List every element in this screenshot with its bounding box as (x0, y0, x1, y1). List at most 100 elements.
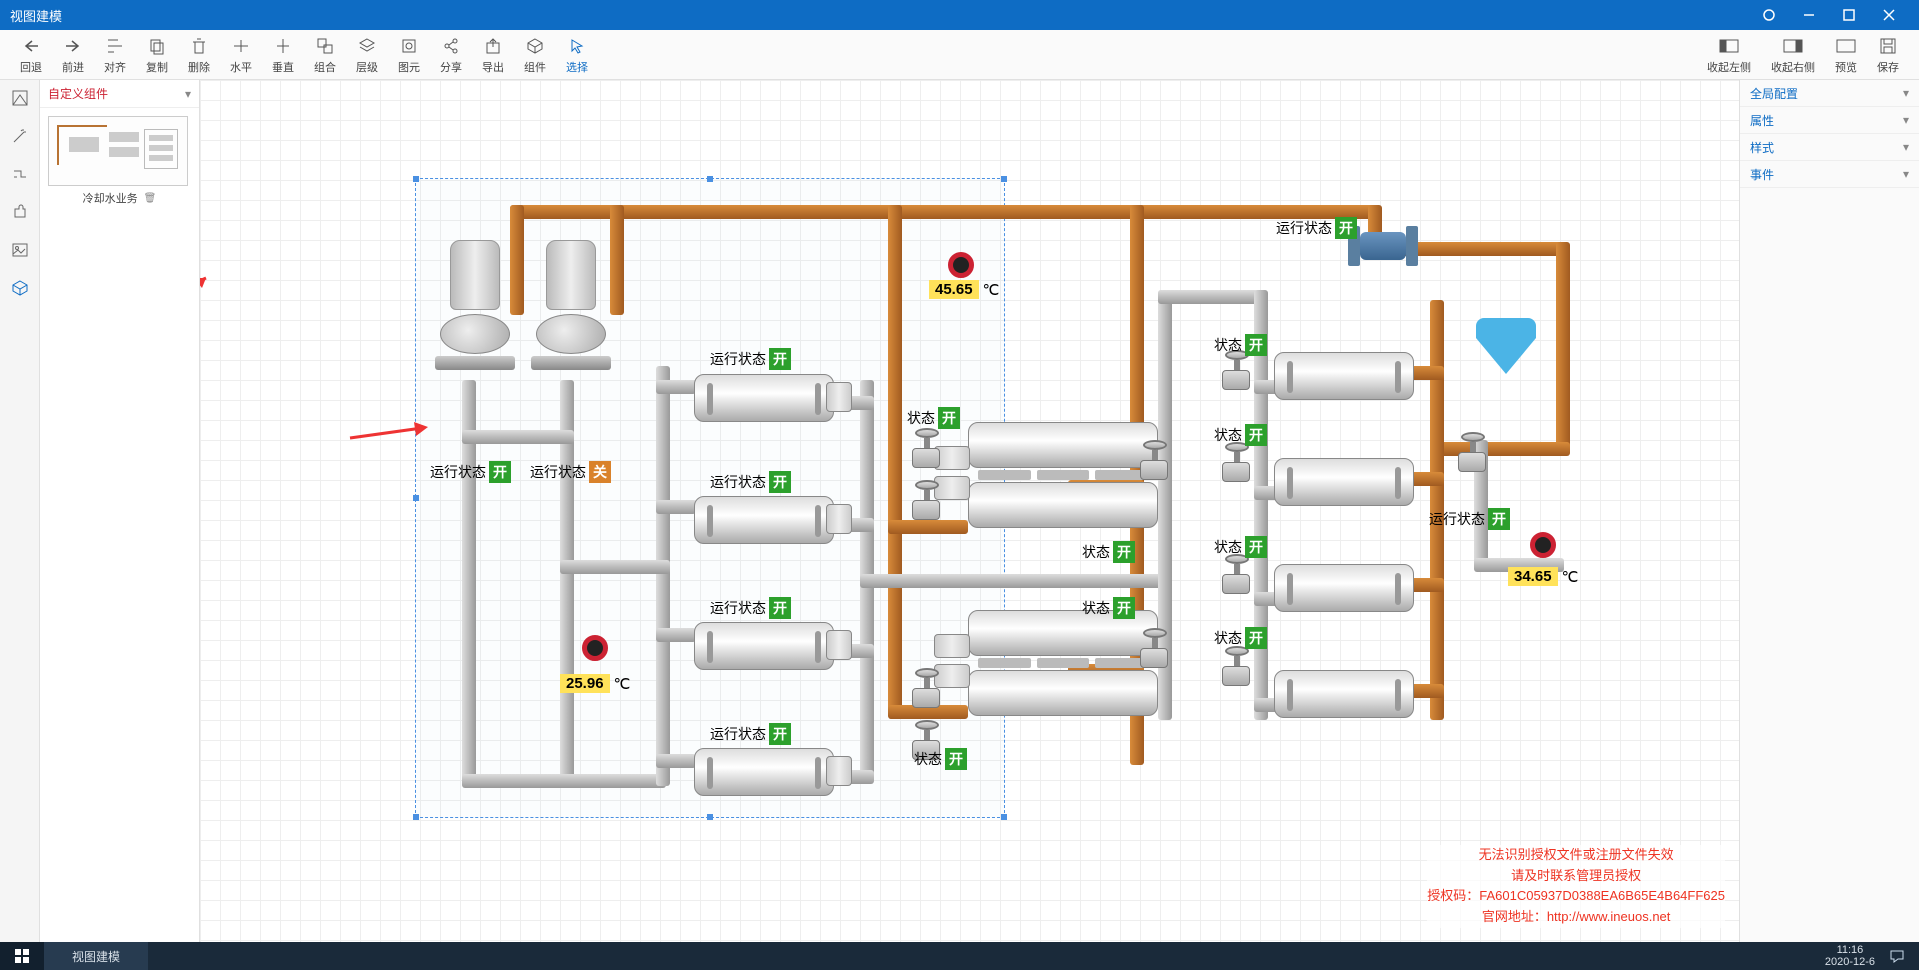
valve[interactable] (1222, 350, 1252, 392)
component-item[interactable]: 冷却水业务 🗑 (40, 108, 199, 214)
valve[interactable] (1458, 432, 1488, 474)
status-label[interactable]: 状态开 (1082, 541, 1135, 563)
valve[interactable] (1140, 628, 1170, 670)
pipe[interactable] (656, 380, 696, 394)
valve[interactable] (1140, 440, 1170, 482)
status-label[interactable]: 运行状态开 (710, 348, 791, 370)
cooler-unit[interactable] (694, 496, 834, 544)
collapse-right-button[interactable]: 收起右侧 (1761, 33, 1825, 77)
status-label[interactable]: 状态开 (1214, 627, 1267, 649)
chiller-unit[interactable] (968, 422, 1158, 532)
pipe[interactable] (560, 560, 670, 574)
undo-button[interactable]: 回退 (10, 33, 52, 77)
copy-button[interactable]: 复制 (136, 33, 178, 77)
rail-puzzle-icon[interactable] (8, 200, 32, 224)
status-label[interactable]: 状态开 (914, 748, 967, 770)
cooler-unit[interactable] (694, 374, 834, 422)
status-label[interactable]: 运行状态开 (710, 471, 791, 493)
status-label[interactable]: 运行状态开 (710, 723, 791, 745)
status-label[interactable]: 状态开 (907, 407, 960, 429)
prop-global[interactable]: 全局配置▾ (1740, 80, 1919, 107)
pipe[interactable] (1556, 242, 1570, 452)
status-label[interactable]: 状态开 (1082, 597, 1135, 619)
pipe[interactable] (860, 574, 1170, 588)
horiz-button[interactable]: 水平 (220, 33, 262, 77)
temp-sensor[interactable] (948, 252, 974, 278)
rail-image-icon[interactable] (8, 238, 32, 262)
valve[interactable] (912, 480, 942, 522)
status-label[interactable]: 运行状态开 (710, 597, 791, 619)
cooler-unit[interactable] (1274, 352, 1414, 400)
prop-event[interactable]: 事件▾ (1740, 161, 1919, 188)
valve[interactable] (912, 668, 942, 710)
share-button[interactable]: 分享 (430, 33, 472, 77)
pipe[interactable] (656, 754, 696, 768)
valve[interactable] (1222, 554, 1252, 596)
valve[interactable] (1222, 646, 1252, 688)
layer-button[interactable]: 层级 (346, 33, 388, 77)
pipe[interactable] (1430, 442, 1570, 456)
pump[interactable] (430, 240, 520, 370)
status-label[interactable]: 运行状态开 (430, 461, 511, 483)
status-label[interactable]: 状态开 (1214, 536, 1267, 558)
select-button[interactable]: 选择 (556, 33, 598, 77)
pipe[interactable] (656, 366, 670, 786)
prop-style[interactable]: 样式▾ (1740, 134, 1919, 161)
cooler-unit[interactable] (1274, 564, 1414, 612)
inline-valve[interactable] (1348, 226, 1418, 266)
component-button[interactable]: 组件 (514, 33, 556, 77)
pipe[interactable] (462, 430, 574, 444)
rail-pipe-icon[interactable] (8, 162, 32, 186)
pipe[interactable] (888, 205, 902, 715)
status-label[interactable]: 运行状态开 (1429, 508, 1510, 530)
status-label[interactable]: 运行状态关 (530, 461, 611, 483)
element-button[interactable]: 图元 (388, 33, 430, 77)
cooler-unit[interactable] (1274, 670, 1414, 718)
prop-attr[interactable]: 属性▾ (1740, 107, 1919, 134)
minimize-icon[interactable] (1789, 0, 1829, 30)
pipe[interactable] (1158, 290, 1258, 304)
start-button[interactable] (0, 942, 44, 970)
status-label[interactable]: 状态开 (1214, 334, 1267, 356)
align-button[interactable]: 对齐 (94, 33, 136, 77)
taskbar-clock[interactable]: 11:162020-12-6 (1825, 944, 1875, 968)
rail-shapes-icon[interactable] (8, 86, 32, 110)
cooler-unit[interactable] (1274, 458, 1414, 506)
temp-tag[interactable]: 34.65℃ (1508, 567, 1578, 586)
collapse-left-button[interactable]: 收起左侧 (1697, 33, 1761, 77)
pipe[interactable] (656, 628, 696, 642)
rail-wand-icon[interactable] (8, 124, 32, 148)
cooler-unit[interactable] (694, 622, 834, 670)
close-icon[interactable] (1869, 0, 1909, 30)
preview-button[interactable]: 预览 (1825, 33, 1867, 77)
valve[interactable] (1222, 442, 1252, 484)
save-button[interactable]: 保存 (1867, 33, 1909, 77)
pipe[interactable] (510, 205, 1380, 219)
delete-button[interactable]: 删除 (178, 33, 220, 77)
pipe[interactable] (462, 774, 666, 788)
group-button[interactable]: 组合 (304, 33, 346, 77)
redo-button[interactable]: 前进 (52, 33, 94, 77)
canvas[interactable]: 无法识别授权文件或注册文件失效 请及时联系管理员授权 授权码：FA601C059… (200, 80, 1739, 942)
pipe[interactable] (656, 500, 696, 514)
export-button[interactable]: 导出 (472, 33, 514, 77)
pump[interactable] (526, 240, 616, 370)
valve[interactable] (912, 428, 942, 470)
tank[interactable] (1476, 318, 1536, 378)
delete-component-icon[interactable]: 🗑 (144, 193, 157, 204)
rail-3d-icon[interactable] (8, 276, 32, 300)
status-label[interactable]: 状态开 (1214, 424, 1267, 446)
pipe[interactable] (888, 520, 968, 534)
temp-tag[interactable]: 25.96℃ (560, 674, 630, 693)
component-panel-header[interactable]: 自定义组件 ▾ (40, 80, 199, 108)
status-label[interactable]: 运行状态开 (1276, 217, 1357, 239)
vert-button[interactable]: 垂直 (262, 33, 304, 77)
temp-sensor[interactable] (1530, 532, 1556, 558)
restore-icon[interactable] (1749, 0, 1789, 30)
taskbar-app[interactable]: 视图建模 (44, 942, 148, 970)
temp-sensor[interactable] (582, 635, 608, 661)
chiller-unit[interactable] (968, 610, 1158, 720)
cooler-unit[interactable] (694, 748, 834, 796)
temp-tag[interactable]: 45.65℃ (929, 280, 999, 299)
notification-icon[interactable] (1887, 946, 1907, 966)
